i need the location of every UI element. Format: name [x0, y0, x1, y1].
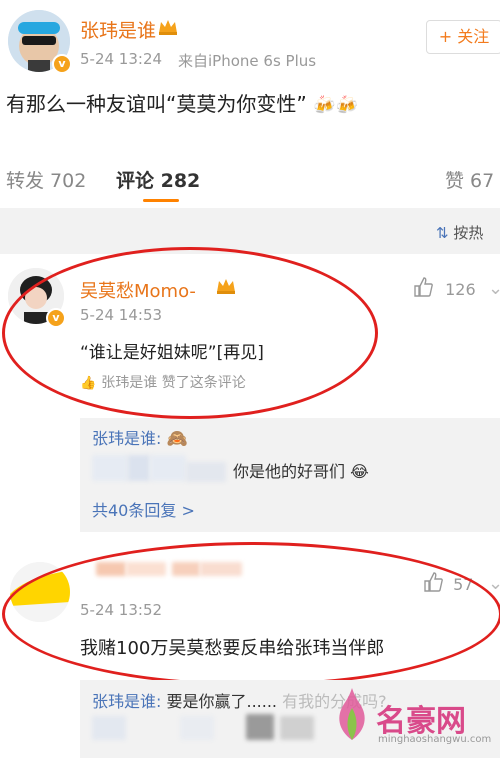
reply-item[interactable]: 张玮是谁: 🙈: [92, 425, 188, 449]
redacted-name: [92, 455, 128, 481]
verified-badge-icon: v: [52, 54, 72, 74]
sort-label: 按热: [453, 224, 484, 242]
more-replies-link[interactable]: 共40条回复 >: [92, 497, 195, 521]
tab-active-indicator: [143, 199, 179, 202]
thumbs-up-icon: [412, 276, 434, 302]
watermark-url: minghaoshangwu.com: [378, 734, 492, 745]
reply-text: 要是你赢了......: [166, 692, 278, 711]
redacted-name: [128, 455, 150, 481]
redacted-name: [180, 716, 214, 740]
post-source: 来自iPhone 6s Plus: [178, 52, 317, 70]
comment-like-button[interactable]: 126: [412, 276, 476, 302]
tab-likes[interactable]: 赞 67: [445, 166, 494, 193]
beer-icon: 🍻: [335, 95, 358, 116]
post-time: 5-24 13:24: [80, 50, 163, 68]
reply-text: 你是他的好哥们 😂: [233, 462, 369, 481]
monkey-emoji: 🙈: [166, 429, 188, 449]
reply-author-name[interactable]: 张玮是谁:: [92, 692, 161, 711]
beer-icon: 🍻: [313, 95, 336, 116]
redacted-name: [92, 716, 126, 740]
watermark-logo-icon: [330, 686, 374, 742]
post-text-body: 有那么一种友谊叫“莫莫为你变性”: [6, 92, 307, 116]
redacted-name: [280, 716, 314, 740]
highlight-circle: [2, 542, 500, 686]
more-chevron-icon[interactable]: ⌄: [488, 278, 500, 299]
tab-reposts[interactable]: 转发 702: [6, 166, 86, 193]
sort-button[interactable]: ⇅ 按热: [436, 222, 483, 243]
highlight-circle: [2, 247, 378, 419]
sort-icon: ⇅: [436, 224, 449, 242]
comment-like-count: 126: [445, 279, 476, 299]
sort-bar: [0, 208, 500, 254]
tab-comments[interactable]: 评论 282: [116, 166, 200, 193]
redacted-name: [186, 462, 226, 482]
follow-button[interactable]: + 关注: [426, 20, 500, 54]
redacted-name: [150, 455, 186, 481]
post-text: 有那么一种友谊叫“莫莫为你变性” 🍻🍻: [6, 88, 358, 117]
redacted-name: [246, 714, 274, 740]
reply-author-name[interactable]: 张玮是谁:: [92, 429, 161, 448]
crown-icon: [157, 17, 179, 37]
post-author-name[interactable]: 张玮是谁: [80, 16, 156, 43]
